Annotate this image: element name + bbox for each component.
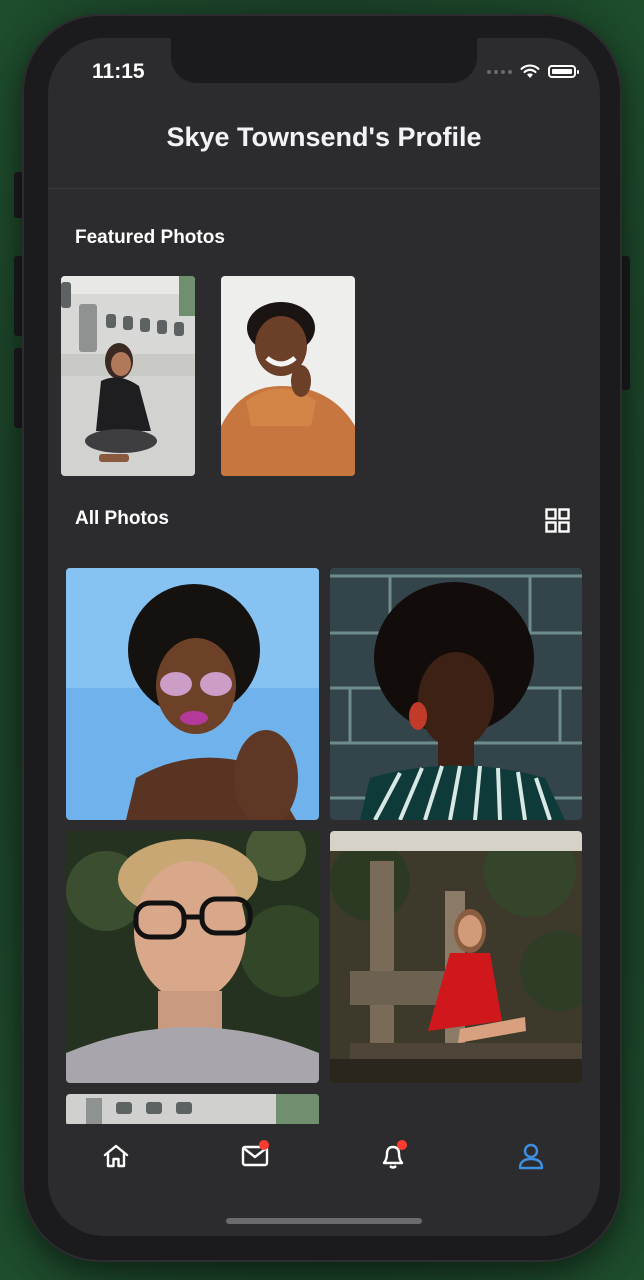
featured-photo-2[interactable] xyxy=(221,276,355,476)
tab-home[interactable] xyxy=(94,1134,138,1178)
wifi-icon xyxy=(520,64,540,78)
photo-woman-sunglasses[interactable] xyxy=(66,568,319,820)
user-icon xyxy=(518,1143,544,1170)
featured-photo-1[interactable] xyxy=(61,276,195,476)
battery-icon xyxy=(548,65,579,78)
tab-profile[interactable] xyxy=(509,1134,553,1178)
status-icons xyxy=(487,64,579,79)
notch xyxy=(171,38,477,83)
status-time: 11:15 xyxy=(92,60,145,83)
featured-photos-heading: Featured Photos xyxy=(75,227,225,248)
notifications-badge xyxy=(397,1140,407,1150)
tab-messages[interactable] xyxy=(233,1134,277,1178)
grid-view-icon[interactable] xyxy=(545,508,570,533)
photo-man-glasses[interactable] xyxy=(66,831,319,1083)
photo-woman-red-dress[interactable] xyxy=(330,831,582,1083)
cellular-signal-icon xyxy=(487,69,512,74)
photo-woman-striped-top[interactable] xyxy=(330,568,582,820)
all-photos-heading: All Photos xyxy=(75,508,169,529)
photo-partial[interactable] xyxy=(66,1094,319,1126)
tab-notifications[interactable] xyxy=(371,1134,415,1178)
tab-bar xyxy=(48,1124,600,1184)
nav-header: Skye Townsend's Profile xyxy=(48,98,600,189)
page-title: Skye Townsend's Profile xyxy=(166,122,482,152)
home-indicator[interactable] xyxy=(226,1218,422,1224)
messages-badge xyxy=(259,1140,269,1150)
app-screen: 11:15 Skye Townsend's Profile Featured P… xyxy=(48,38,600,1236)
home-icon xyxy=(103,1144,129,1168)
